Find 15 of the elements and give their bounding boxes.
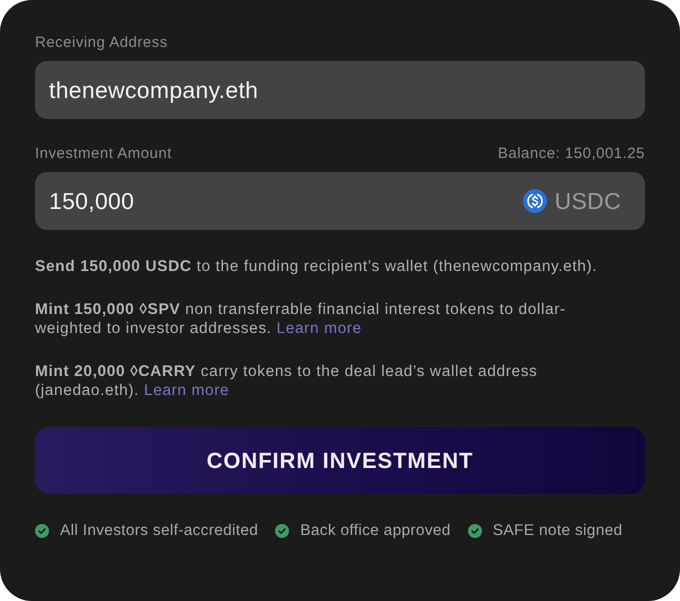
confirm-investment-button[interactable]: CONFIRM INVESTMENT — [35, 427, 645, 494]
balance-text: Balance: 150,001.25 — [498, 144, 645, 164]
summary-text: Mint 150,000 ◊SPV non transferrable financial interest tokens to dollar-weighted to investor addresses. Learn more — [35, 300, 567, 338]
currency-label: USDC — [554, 186, 621, 216]
address-field[interactable]: thenewcompany.eth — [35, 61, 645, 119]
field-label: Receiving Address — [35, 33, 169, 53]
coin-icon — [522, 189, 547, 213]
learn-more-link[interactable]: Learn more — [144, 382, 230, 399]
summary-text: Send 150,000 USDC to the funding recipient’s wallet (thenewcompany.eth). — [35, 257, 598, 276]
checklist-text: SAFE note signed — [492, 521, 622, 541]
learn-more-link[interactable]: Learn more — [276, 320, 362, 337]
checklist-text: Back office approved — [300, 521, 451, 541]
field-label: Investment Amount — [35, 144, 172, 164]
summary-text: Mint 20,000 ◊CARRY carry tokens to the deal lead’s wallet address (janedao.eth). Learn more — [35, 362, 538, 400]
checklist-text: All Investors self-accredited — [60, 521, 258, 541]
